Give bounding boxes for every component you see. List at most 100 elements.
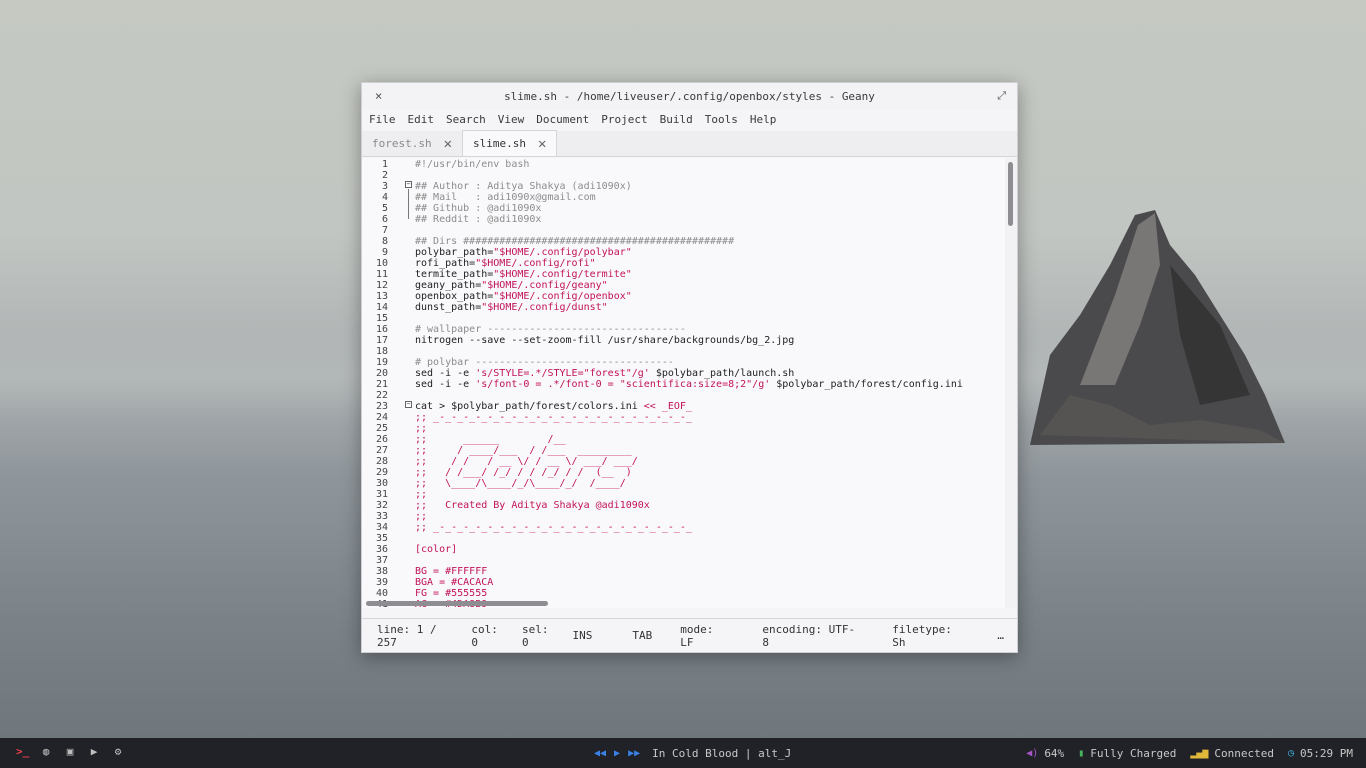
line-number: 7 (381, 225, 388, 236)
previous-track-icon[interactable]: ◀◀ (594, 748, 606, 759)
code-line: ;; ______ /__ (415, 434, 566, 445)
status-sel: sel: 0 (521, 622, 549, 649)
code-line: ## Mail : adi1090x@gmail.com (415, 192, 596, 203)
tab-close-icon[interactable]: ✕ (538, 136, 546, 152)
code-line: nitrogen --save --set-zoom-fill /usr/sha… (415, 335, 795, 346)
code-text[interactable]: #!/usr/bin/env bash ## Author : Aditya Sh… (415, 158, 963, 608)
line-number: 40 (375, 588, 388, 599)
tab-close-icon[interactable]: ✕ (444, 136, 452, 152)
line-number: 14 (375, 302, 388, 313)
code-line: #!/usr/bin/env bash (415, 159, 530, 170)
code-line: ;; / /___/ /_/ / / /_/ / / (__ ) (415, 467, 632, 478)
code-line: ## Github : @adi1090x (415, 203, 542, 214)
titlebar: × slime.sh - /home/liveuser/.config/open… (362, 83, 1017, 110)
code-line: sed -i -e 's/font-0 = .*/font-0 = "scien… (415, 379, 963, 390)
status-encoding: encoding: UTF-8 (762, 622, 856, 649)
maximize-icon[interactable]: ⤢ (997, 89, 1006, 103)
code-line: [color] (415, 544, 458, 555)
window-title: slime.sh - /home/liveuser/.config/openbo… (504, 90, 875, 103)
code-line: ;; / / / __ \/ / __ \/ ___/ ___/ (415, 456, 638, 467)
media-controls: ◀◀ ▶ ▶▶ In Cold Blood | alt_J (594, 747, 791, 760)
menu-tools[interactable]: Tools (705, 110, 744, 131)
tab-bar: forest.sh ✕ slime.sh ✕ (362, 130, 1017, 157)
clock-time: 05:29 PM (1300, 747, 1353, 760)
vertical-scrollbar[interactable] (1008, 162, 1013, 226)
code-line: geany_path="$HOME/.config/geany" (415, 280, 608, 291)
line-number: 9 (381, 247, 388, 258)
fold-toggle-icon[interactable]: − (405, 401, 412, 408)
wallpaper-rock (1030, 210, 1285, 445)
line-number: 27 (375, 445, 388, 456)
media-player-icon[interactable]: ▶ (88, 746, 100, 758)
code-line: BG = #FFFFFF (415, 566, 488, 577)
status-more: … (997, 629, 1005, 642)
horizontal-scrollbar[interactable] (366, 601, 548, 606)
tab-label: slime.sh (473, 137, 527, 150)
code-line: ;; Created By Aditya Shakya @adi1090x (415, 500, 650, 511)
line-number: 29 (375, 467, 388, 478)
code-line: ;; (415, 489, 428, 500)
line-number: 19 (375, 357, 388, 368)
line-number: 28 (375, 456, 388, 467)
menu-build[interactable]: Build (660, 110, 699, 131)
line-number: 4 (381, 192, 388, 203)
status-line: line: 1 / 257 (377, 622, 437, 649)
menubar: File Edit Search View Document Project B… (362, 110, 1017, 131)
code-line: # wallpaper ----------------------------… (415, 324, 686, 335)
code-line: rofi_path="$HOME/.config/rofi" (415, 258, 596, 269)
status-ins: INS (572, 629, 593, 642)
line-number: 35 (375, 533, 388, 544)
menu-project[interactable]: Project (601, 110, 653, 131)
code-line: # polybar ------------------------------… (415, 357, 674, 368)
line-number: 25 (375, 423, 388, 434)
clock[interactable]: ◷ 05:29 PM (1288, 747, 1353, 760)
menu-help[interactable]: Help (750, 110, 783, 131)
line-number: 39 (375, 577, 388, 588)
line-number: 6 (381, 214, 388, 225)
code-editor[interactable]: 1 2 3 4 5 6 7 8 9 10 11 12 13 14 15 16 17 18 19 20 21 22 23 24 2… (362, 158, 1017, 608)
menu-search[interactable]: Search (446, 110, 492, 131)
line-number: 20 (375, 368, 388, 379)
menu-view[interactable]: View (498, 110, 531, 131)
line-number: 26 (375, 434, 388, 445)
line-number: 8 (381, 236, 388, 247)
code-line: termite_path="$HOME/.config/termite" (415, 269, 632, 280)
line-number: 37 (375, 555, 388, 566)
battery-icon: ▮ (1078, 748, 1085, 759)
battery-indicator[interactable]: ▮ Fully Charged (1078, 747, 1176, 760)
play-icon[interactable]: ▶ (614, 748, 620, 759)
code-line: ;; (415, 511, 428, 522)
volume-value: 64% (1044, 747, 1065, 760)
volume-icon: ◀) (1026, 748, 1039, 759)
tab-slime[interactable]: slime.sh ✕ (462, 130, 558, 156)
file-manager-icon[interactable]: ▣ (64, 746, 76, 758)
system-tray: ◀) 64% ▮ Fully Charged ▂▄▆ Connected ◷ 0… (1012, 747, 1353, 760)
web-browser-icon[interactable]: ◍ (40, 746, 52, 758)
status-tab: TAB (632, 629, 653, 642)
fold-toggle-icon[interactable]: − (405, 181, 412, 188)
settings-icon[interactable]: ⚙ (112, 746, 124, 758)
code-line: sed -i -e 's/STYLE=.*/STYLE="forest"/g' … (415, 368, 795, 379)
status-col: col: 0 (471, 622, 498, 649)
line-number: 36 (375, 544, 388, 555)
terminal-icon[interactable]: >_ (16, 746, 29, 758)
network-indicator[interactable]: ▂▄▆ Connected (1190, 747, 1274, 760)
line-number: 10 (375, 258, 388, 269)
line-number: 1 (381, 159, 388, 170)
line-number: 34 (375, 522, 388, 533)
statusbar: line: 1 / 257 col: 0 sel: 0 INS TAB mode… (362, 618, 1017, 652)
menu-document[interactable]: Document (536, 110, 595, 131)
line-number: 13 (375, 291, 388, 302)
line-numbers: 1 2 3 4 5 6 7 8 9 10 11 12 13 14 15 16 17 18 19 20 21 22 23 24 2… (362, 158, 388, 608)
next-track-icon[interactable]: ▶▶ (628, 748, 640, 759)
tab-label: forest.sh (372, 137, 432, 150)
code-line: dunst_path="$HOME/.config/dunst" (415, 302, 608, 313)
tab-forest[interactable]: forest.sh ✕ (362, 131, 462, 156)
volume-indicator[interactable]: ◀) 64% (1026, 747, 1064, 760)
menu-file[interactable]: File (369, 110, 402, 131)
line-number: 11 (375, 269, 388, 280)
menu-edit[interactable]: Edit (408, 110, 441, 131)
